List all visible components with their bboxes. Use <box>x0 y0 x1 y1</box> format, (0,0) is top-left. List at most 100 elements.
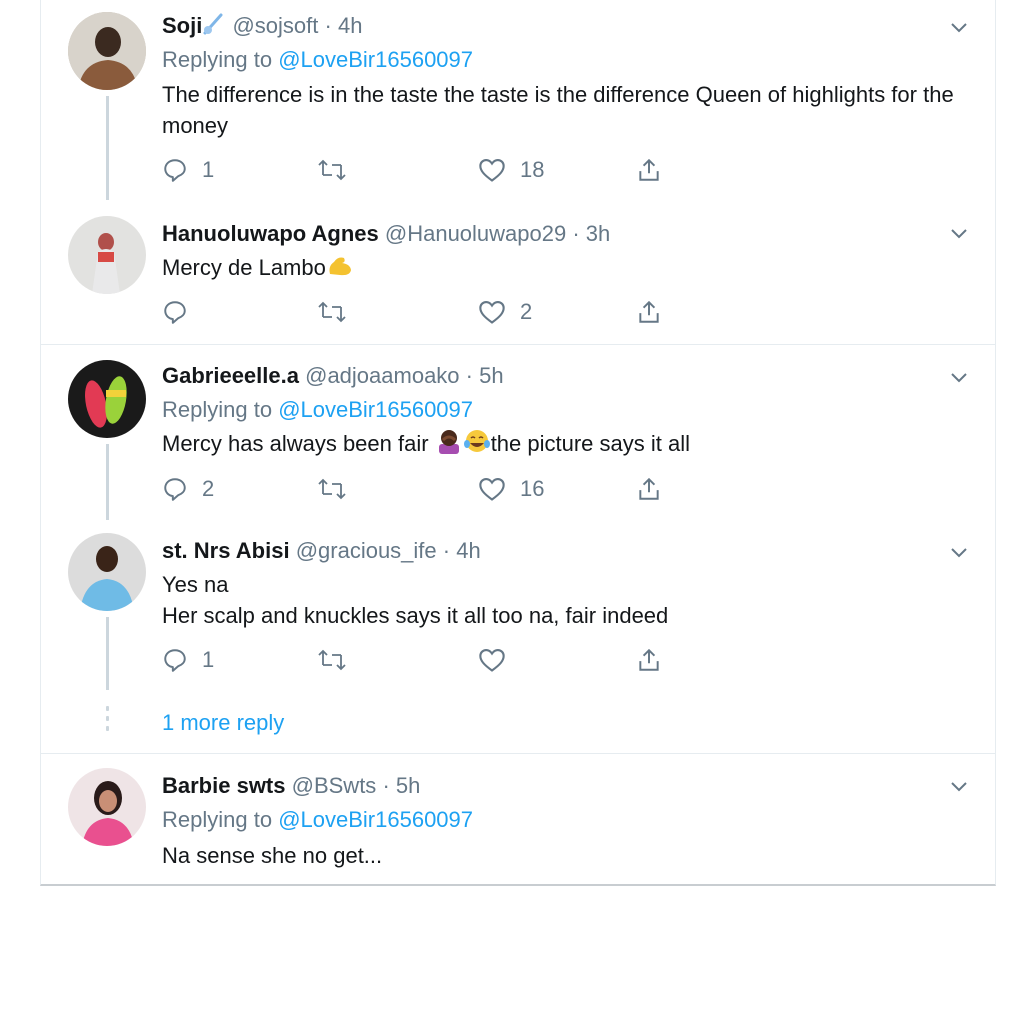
tweet-gabrieeelle[interactable]: Gabrieeelle.a @adjoaamoako · 5h Replying… <box>41 345 995 520</box>
avatar[interactable] <box>68 768 146 846</box>
comet-emoji <box>202 12 226 43</box>
retweet-icon <box>317 157 347 183</box>
reply-count: 1 <box>202 647 215 672</box>
avatar[interactable] <box>68 360 146 438</box>
reply-icon <box>162 476 188 502</box>
retweet-icon <box>317 476 347 502</box>
reply-icon <box>162 157 188 183</box>
like-button[interactable]: 16 <box>478 474 544 504</box>
like-icon <box>478 157 506 183</box>
tweet-nrs-abisi[interactable]: st. Nrs Abisi @gracious_ife · 4h Yes na … <box>41 520 995 753</box>
tweet-actions: 2 16 <box>162 474 682 504</box>
reply-icon <box>162 647 188 673</box>
user-handle[interactable]: @adjoaamoako <box>305 363 459 388</box>
reply-button[interactable] <box>162 297 202 327</box>
tweet-hanuoluwapo[interactable]: Hanuoluwapo Agnes @Hanuoluwapo29 · 3h Me… <box>41 200 995 343</box>
tweet-actions: 1 <box>162 645 682 675</box>
tweet-text: Mercy de Lambo <box>162 252 962 286</box>
reply-icon <box>162 299 188 325</box>
timestamp[interactable]: · 5h <box>382 773 420 798</box>
reply-count: 2 <box>202 476 215 501</box>
share-icon <box>636 299 662 325</box>
tweet-actions: 1 18 <box>162 155 682 185</box>
like-icon <box>478 299 506 325</box>
like-icon <box>478 476 506 502</box>
timestamp[interactable]: · 3h <box>572 221 610 246</box>
tweet-text: The difference is in the taste the taste… <box>162 82 954 138</box>
timestamp[interactable]: · 4h <box>325 13 363 38</box>
replying-to: Replying to @LoveBir16560097 <box>162 395 473 425</box>
retweet-button[interactable] <box>317 474 361 504</box>
replying-to-label: Replying to <box>162 397 273 422</box>
tweet-header: Barbie swts @BSwts · 5h <box>162 772 420 800</box>
share-button[interactable] <box>636 474 662 504</box>
more-replies-link[interactable]: 1 more reply <box>162 710 284 736</box>
mention-link[interactable]: @LoveBir16560097 <box>278 807 473 832</box>
mention-link[interactable]: @LoveBir16560097 <box>278 47 473 72</box>
avatar[interactable] <box>68 533 146 611</box>
reply-count: 1 <box>202 157 215 182</box>
display-name[interactable]: st. Nrs Abisi <box>162 538 290 563</box>
facepalm-emoji <box>435 428 463 462</box>
reply-button[interactable]: 1 <box>162 155 214 185</box>
tweet-text: Na sense she no get... <box>162 843 383 868</box>
chevron-down-icon[interactable] <box>948 366 970 388</box>
reply-button[interactable]: 2 <box>162 474 214 504</box>
share-icon <box>636 157 662 183</box>
user-handle[interactable]: @gracious_ife <box>296 538 437 563</box>
display-name[interactable]: Gabrieeelle.a <box>162 363 299 388</box>
tweet-actions: 2 <box>162 297 682 327</box>
chevron-down-icon[interactable] <box>948 16 970 38</box>
share-icon <box>636 647 662 673</box>
display-name[interactable]: Soji <box>162 13 202 38</box>
tweet-text-after: the picture says it all <box>490 431 690 456</box>
user-handle[interactable]: @Hanuoluwapo29 <box>385 221 566 246</box>
mention-link[interactable]: @LoveBir16560097 <box>278 397 473 422</box>
like-count: 18 <box>520 157 545 182</box>
tweet-text: Yes na Her scalp and knuckles says it al… <box>162 569 962 631</box>
replying-to: Replying to @LoveBir16560097 <box>162 805 473 835</box>
replying-to-label: Replying to <box>162 47 273 72</box>
chevron-down-icon[interactable] <box>948 541 970 563</box>
tweet-text-line: Her scalp and knuckles says it all too n… <box>162 603 669 628</box>
thread-line <box>106 444 109 520</box>
reply-button[interactable]: 1 <box>162 645 214 675</box>
tweet-header: st. Nrs Abisi @gracious_ife · 4h <box>162 537 481 565</box>
avatar[interactable] <box>68 12 146 90</box>
avatar[interactable] <box>68 216 146 294</box>
tweet-barbie-swts[interactable]: Barbie swts @BSwts · 5h Replying to @Lov… <box>41 754 995 884</box>
like-count: 16 <box>520 476 545 501</box>
like-count: 2 <box>520 299 533 324</box>
user-handle[interactable]: @BSwts <box>292 773 377 798</box>
tweet-text-line: Yes na <box>162 572 229 597</box>
retweet-icon <box>317 647 347 673</box>
thread-line <box>106 96 109 200</box>
chevron-down-icon[interactable] <box>948 775 970 797</box>
tears-of-joy-emoji <box>463 428 491 462</box>
display-name[interactable]: Barbie swts <box>162 773 286 798</box>
tweet-header: Gabrieeelle.a @adjoaamoako · 5h <box>162 362 504 390</box>
user-handle[interactable]: @sojsoft <box>232 13 318 38</box>
timestamp[interactable]: · 4h <box>443 538 481 563</box>
chevron-down-icon[interactable] <box>948 222 970 244</box>
flexed-bicep-emoji <box>326 252 354 286</box>
like-button[interactable]: 2 <box>478 297 532 327</box>
timestamp[interactable]: · 5h <box>466 363 504 388</box>
tweet-text-content: Mercy de Lambo <box>162 255 326 280</box>
like-button[interactable] <box>478 645 520 675</box>
share-icon <box>636 476 662 502</box>
retweet-button[interactable] <box>317 297 361 327</box>
share-button[interactable] <box>636 297 662 327</box>
like-button[interactable]: 18 <box>478 155 544 185</box>
tweet-text-before: Mercy has always been fair <box>162 431 429 456</box>
retweet-button[interactable] <box>317 155 361 185</box>
tweet-soji[interactable]: Soji @sojsoft · 4h Replying to @LoveBir1… <box>41 0 995 200</box>
replying-to: Replying to @LoveBir16560097 <box>162 45 473 75</box>
display-name[interactable]: Hanuoluwapo Agnes <box>162 221 379 246</box>
share-button[interactable] <box>636 645 662 675</box>
more-replies-dots <box>106 706 109 736</box>
retweet-button[interactable] <box>317 645 361 675</box>
share-button[interactable] <box>636 155 662 185</box>
retweet-icon <box>317 299 347 325</box>
tweet-header: Soji @sojsoft · 4h <box>162 12 362 43</box>
